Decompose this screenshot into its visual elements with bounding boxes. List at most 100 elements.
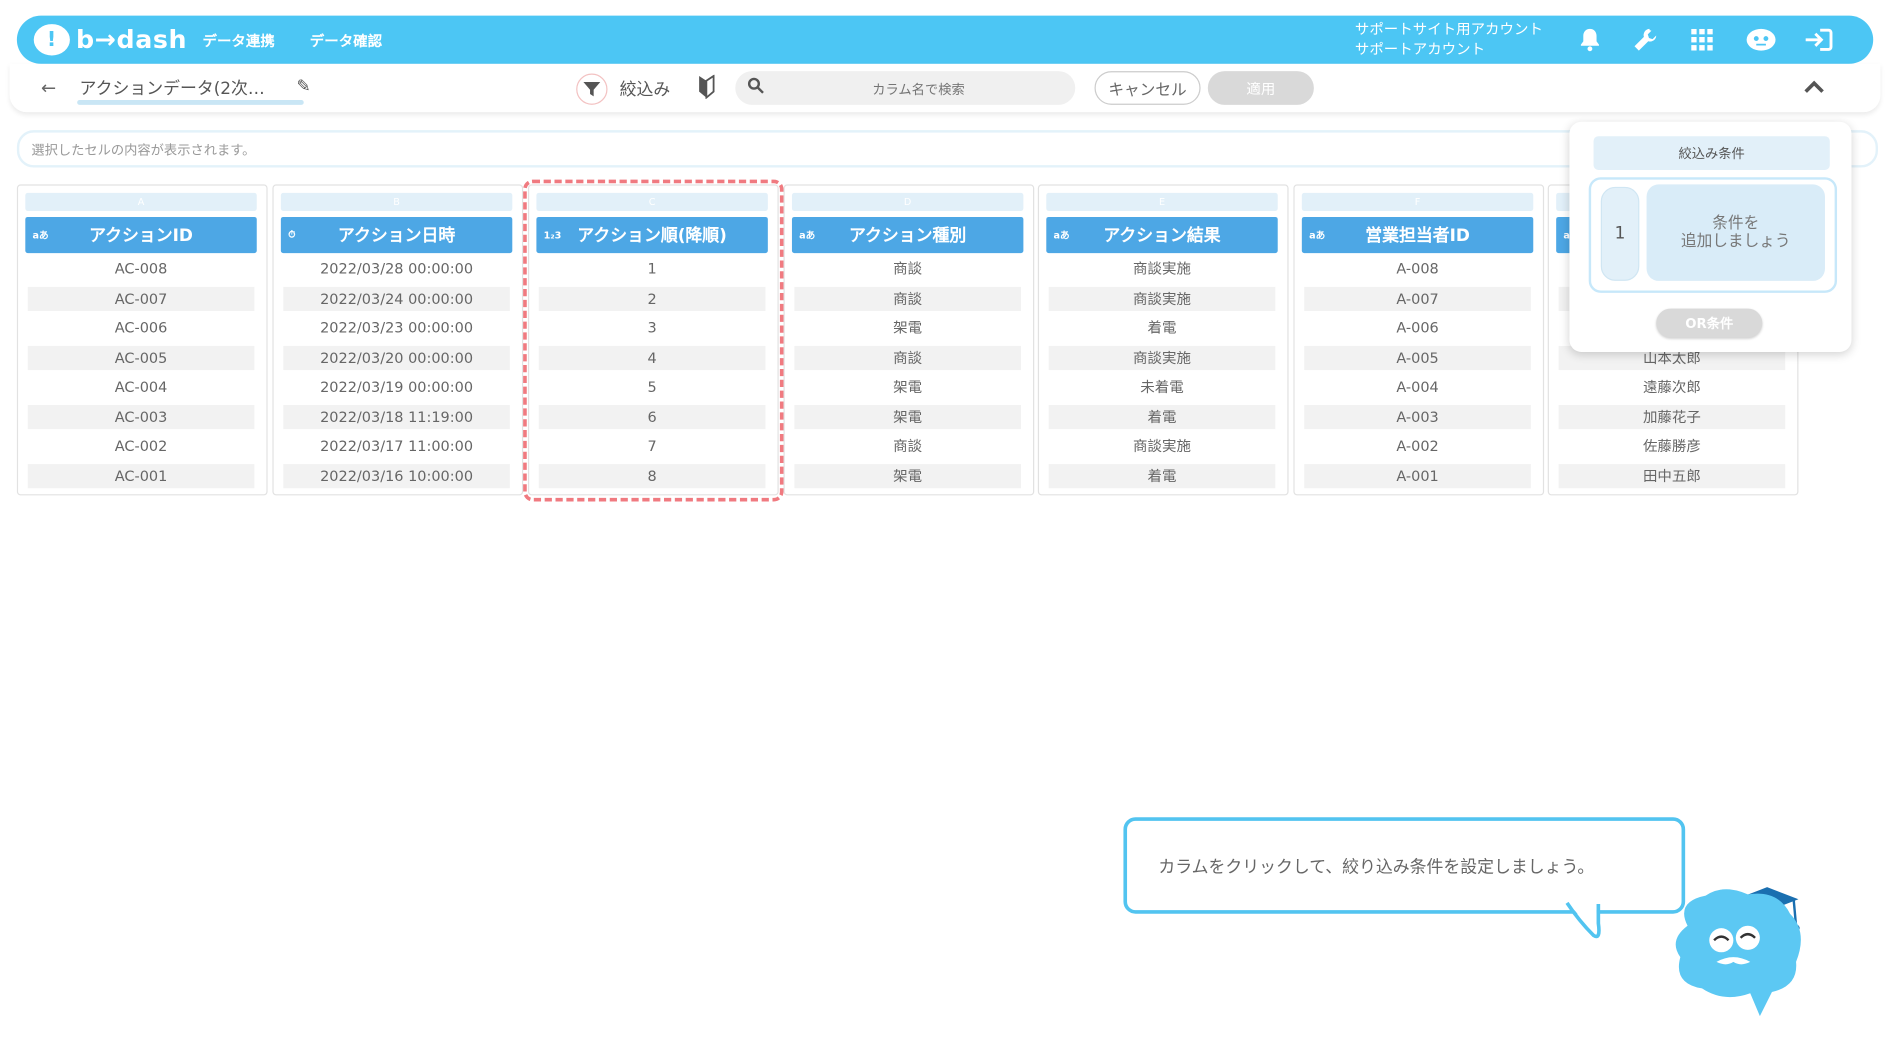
data-column[interactable]: Aaあ アクションID AC-008 AC-007 AC-006 AC-005 AC-004… xyxy=(16,184,268,496)
table-cell[interactable]: 2022/03/17 11:00:00 xyxy=(283,434,510,458)
table-cell[interactable]: AC-006 xyxy=(28,316,255,340)
table-cell[interactable]: 架電 xyxy=(794,463,1021,488)
back-arrow-icon[interactable]: ← xyxy=(41,77,56,99)
data-name-title[interactable]: アクションデータ(2次… xyxy=(80,76,265,100)
column-header-label: アクションID xyxy=(89,226,193,246)
column-type-icon: aあ xyxy=(32,229,49,241)
table-cell[interactable]: 商談 xyxy=(794,345,1021,370)
table-cell[interactable]: AC-003 xyxy=(27,404,255,429)
table-cell[interactable]: 架電 xyxy=(794,375,1021,399)
table-cell[interactable]: A-002 xyxy=(1304,434,1531,458)
grid-icon[interactable] xyxy=(1688,25,1717,54)
beginner-mark-icon[interactable] xyxy=(697,74,716,100)
table-cell[interactable]: 遠藤次郎 xyxy=(1559,375,1786,399)
table-cell[interactable]: 佐藤勝彦 xyxy=(1559,434,1786,458)
data-column[interactable]: Daあ アクション種別 商談 商談 架電 商談 架電 架電 商談 架電 xyxy=(783,184,1035,496)
table-cell[interactable]: 田中五郎 xyxy=(1558,463,1786,488)
table-cell[interactable]: 商談実施 xyxy=(1048,286,1276,311)
search-input[interactable] xyxy=(771,71,1066,108)
filter-icon[interactable] xyxy=(576,73,608,105)
table-cell[interactable]: AC-007 xyxy=(27,286,255,311)
add-condition-line1: 条件を xyxy=(1712,214,1760,233)
column-letter: F xyxy=(1301,192,1534,211)
table-cell[interactable]: 架電 xyxy=(794,316,1021,340)
table-cell[interactable]: 2022/03/19 00:00:00 xyxy=(283,375,510,399)
column-cells: AC-008 AC-007 AC-006 AC-005 AC-004 AC-003 AC-0… xyxy=(27,257,255,493)
table-cell[interactable]: 商談実施 xyxy=(1048,345,1276,370)
table-cell[interactable]: 2022/03/28 00:00:00 xyxy=(283,257,510,281)
column-cells: 2022/03/28 00:00:00 2022/03/24 00:00:00 20… xyxy=(283,257,510,493)
wrench-icon[interactable] xyxy=(1631,25,1660,54)
table-cell[interactable]: 2022/03/24 00:00:00 xyxy=(283,286,510,311)
table-cell[interactable]: AC-002 xyxy=(28,434,255,458)
table-cell[interactable]: 商談 xyxy=(794,257,1021,281)
table-cell[interactable]: 着電 xyxy=(1048,404,1276,429)
table-cell[interactable]: 2022/03/20 00:00:00 xyxy=(283,345,510,370)
column-type-icon: ⏱ xyxy=(288,229,296,240)
table-cell[interactable]: AC-004 xyxy=(28,375,255,399)
table-cell[interactable]: 2022/03/18 11:19:00 xyxy=(283,404,510,429)
account-info[interactable]: サポートサイト用アカウント サポートアカウント xyxy=(1355,19,1543,60)
column-type-icon: aあ xyxy=(799,229,816,241)
data-column[interactable]: Eaあ アクション結果 商談実施 商談実施 着電 商談実施 未着電 着電 商談実施 着電 xyxy=(1037,184,1289,496)
column-header[interactable]: aあ アクション結果 xyxy=(1046,216,1278,254)
column-search-box[interactable] xyxy=(735,71,1076,108)
or-condition-button[interactable]: OR条件 xyxy=(1656,308,1763,338)
cancel-button[interactable]: キャンセル xyxy=(1094,71,1201,105)
data-toolbar: ← アクションデータ(2次… ✎ 絞込み キャンセル 適用 xyxy=(9,63,1881,113)
add-condition-dropzone[interactable]: 条件を 追加しましょう xyxy=(1646,184,1825,281)
table-cell[interactable]: 未着電 xyxy=(1049,375,1276,399)
top-header-bar: ! b→dash データ連携 データ確認 サポートサイト用アカウント サポートア… xyxy=(16,15,1874,64)
bell-icon[interactable] xyxy=(1575,25,1604,54)
table-cell[interactable]: 架電 xyxy=(794,404,1021,429)
table-cell[interactable]: 加藤花子 xyxy=(1558,404,1786,429)
table-cell[interactable]: 商談実施 xyxy=(1049,434,1276,458)
column-header[interactable]: aあ アクションID xyxy=(25,216,257,254)
highlighted-column-frame xyxy=(523,179,784,502)
apply-button[interactable]: 適用 xyxy=(1207,71,1314,105)
column-letter: D xyxy=(791,192,1024,211)
column-header-label: アクション種別 xyxy=(849,226,967,246)
tooltip-tail-icon xyxy=(1565,901,1601,939)
condition-group: 1 条件を 追加しましょう xyxy=(1588,177,1838,293)
column-header[interactable]: ⏱ アクション日時 xyxy=(280,216,513,254)
filter-panel-title: 絞込み条件 xyxy=(1593,136,1830,170)
table-cell[interactable]: A-003 xyxy=(1304,404,1531,429)
guide-tooltip: カラムをクリックして、絞り込み条件を設定しましょう。 xyxy=(1123,817,1686,914)
robot-icon[interactable] xyxy=(1744,25,1778,54)
column-header[interactable]: aあ 営業担当者ID xyxy=(1301,216,1534,254)
table-cell[interactable]: A-005 xyxy=(1304,345,1531,370)
table-cell[interactable]: A-007 xyxy=(1304,286,1531,311)
table-cell[interactable]: 2022/03/16 10:00:00 xyxy=(283,463,510,488)
table-cell[interactable]: AC-001 xyxy=(27,463,255,488)
condition-group-number: 1 xyxy=(1600,186,1640,281)
nav-data-check[interactable]: データ確認 xyxy=(310,30,382,50)
table-cell[interactable]: 着電 xyxy=(1048,463,1276,488)
table-cell[interactable]: A-001 xyxy=(1304,463,1531,488)
column-letter: B xyxy=(280,192,513,211)
search-icon xyxy=(747,77,764,99)
table-cell[interactable]: 商談 xyxy=(794,286,1021,311)
table-cell[interactable]: 着電 xyxy=(1049,316,1276,340)
column-letter: A xyxy=(25,192,257,211)
table-cell[interactable]: 商談 xyxy=(794,434,1021,458)
logo-bubble-icon: ! xyxy=(33,24,70,56)
column-header[interactable]: aあ アクション種別 xyxy=(791,216,1024,254)
mascot-character-icon xyxy=(1675,887,1801,1017)
logo-text: b→dash xyxy=(75,25,188,55)
table-cell[interactable]: A-008 xyxy=(1304,257,1531,281)
data-column[interactable]: B ⏱ アクション日時 2022/03/28 00:00:00 2022/03/24 0… xyxy=(272,184,524,496)
bdash-logo[interactable]: ! b→dash xyxy=(33,23,188,57)
chevron-up-icon[interactable] xyxy=(1803,76,1825,99)
table-cell[interactable]: A-006 xyxy=(1304,316,1531,340)
pencil-icon[interactable]: ✎ xyxy=(297,77,311,96)
nav-data-link[interactable]: データ連携 xyxy=(203,30,275,50)
data-column[interactable]: Faあ 営業担当者ID A-008 A-007 A-006 A-005 A-004 A-003… xyxy=(1293,184,1545,496)
table-cell[interactable]: 2022/03/23 00:00:00 xyxy=(283,316,510,340)
table-cell[interactable]: 商談実施 xyxy=(1049,257,1276,281)
table-cell[interactable]: A-004 xyxy=(1304,375,1531,399)
table-cell[interactable]: AC-005 xyxy=(27,345,255,370)
logout-icon[interactable] xyxy=(1802,25,1836,54)
table-cell[interactable]: AC-008 xyxy=(28,257,255,281)
filter-label: 絞込み xyxy=(619,80,671,101)
